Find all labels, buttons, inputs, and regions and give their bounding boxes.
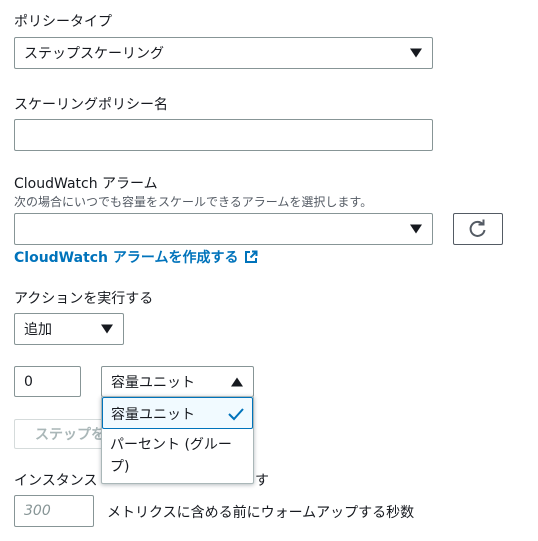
- unit-select[interactable]: 容量ユニット: [101, 366, 254, 397]
- unit-option-label: 容量ユニット: [111, 407, 195, 423]
- refresh-icon: [469, 219, 486, 237]
- action-value: 追加: [24, 322, 52, 338]
- add-step-button-label: ステップを: [35, 427, 105, 443]
- policy-type-label: ポリシータイプ: [14, 14, 112, 30]
- amount-value: 0: [24, 373, 33, 390]
- instance-label: インスタンス: [14, 473, 98, 489]
- caret-down-icon: [410, 224, 422, 234]
- unit-option-capacity[interactable]: 容量ユニット: [102, 397, 253, 429]
- caret-down-icon: [410, 48, 422, 58]
- unit-option-label: パーセント (グループ): [110, 437, 232, 475]
- action-select[interactable]: 追加: [14, 313, 124, 345]
- cloudwatch-alarm-select[interactable]: [14, 213, 433, 245]
- warmup-input[interactable]: 300: [14, 495, 94, 527]
- cloudwatch-alarm-description: 次の場合にいつでも容量をスケールできるアラームを選択します。: [14, 195, 373, 209]
- policy-type-value: ステップスケーリング: [24, 46, 164, 62]
- external-link-icon: [245, 250, 258, 263]
- instance-label-tail: す: [255, 473, 269, 489]
- policy-type-select[interactable]: ステップスケーリング: [14, 37, 433, 69]
- policy-name-label: スケーリングポリシー名: [14, 97, 168, 113]
- create-alarm-link[interactable]: CloudWatch アラームを作成する: [14, 247, 258, 267]
- action-label: アクションを実行する: [14, 291, 154, 307]
- warmup-suffix: メトリクスに含める前にウォームアップする秒数: [107, 505, 415, 521]
- create-alarm-link-text: CloudWatch アラームを作成する: [14, 250, 239, 266]
- amount-input[interactable]: 0: [14, 366, 81, 397]
- check-icon: [228, 408, 244, 421]
- unit-value: 容量ユニット: [111, 374, 195, 391]
- warmup-placeholder: 300: [24, 503, 51, 519]
- policy-name-input[interactable]: [14, 119, 433, 151]
- refresh-button[interactable]: [453, 213, 503, 245]
- caret-up-icon: [231, 377, 243, 386]
- unit-dropdown-menu: 容量ユニット パーセント (グループ): [101, 396, 254, 484]
- caret-down-icon: [101, 324, 113, 334]
- unit-option-percent[interactable]: パーセント (グループ): [102, 430, 253, 482]
- cloudwatch-alarm-label: CloudWatch アラーム: [14, 176, 158, 192]
